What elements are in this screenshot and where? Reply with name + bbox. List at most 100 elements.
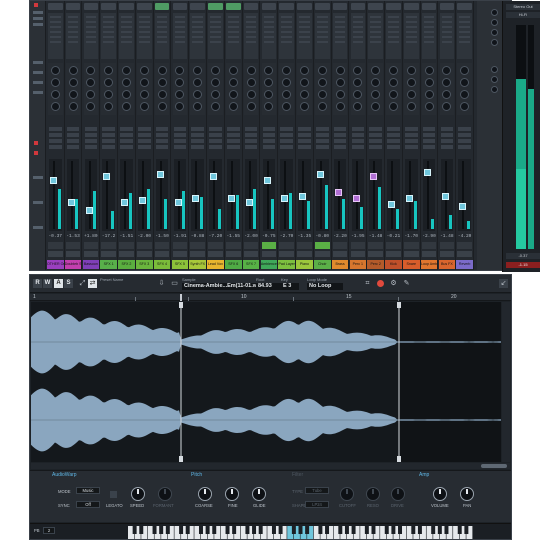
send-knob[interactable]	[175, 102, 185, 111]
channel-rack[interactable]	[65, 13, 81, 59]
channel-fader[interactable]	[227, 159, 240, 231]
toolbar-button[interactable]	[33, 23, 43, 26]
send-knob[interactable]	[86, 90, 96, 99]
channel-fader[interactable]	[316, 159, 329, 231]
channel-rack[interactable]	[243, 13, 259, 59]
knob[interactable]	[491, 29, 498, 36]
read-button[interactable]: R	[33, 279, 42, 288]
pitch-section-title[interactable]: Pitch	[191, 472, 202, 479]
channel-name[interactable]: SFX 2	[118, 260, 135, 269]
channel-name[interactable]: Doubleb Strings	[64, 260, 82, 269]
channel-fader[interactable]	[173, 159, 187, 231]
record-monitor-buttons[interactable]	[297, 251, 312, 257]
send-knob[interactable]	[388, 78, 398, 87]
channel-fader[interactable]	[244, 159, 258, 231]
channel-volume-value[interactable]: -1.70	[403, 234, 420, 241]
toolbar-button[interactable]	[33, 61, 43, 64]
filter-section-title[interactable]: Filter	[292, 472, 303, 479]
fader-cap[interactable]	[299, 193, 307, 200]
send-knob[interactable]	[193, 78, 203, 87]
insert-slots[interactable]	[404, 125, 419, 155]
channel-header[interactable]	[332, 3, 348, 10]
preset-field[interactable]: Preset Name	[100, 277, 150, 291]
channel-fader[interactable]	[66, 159, 80, 231]
record-monitor-buttons[interactable]	[315, 251, 330, 257]
mute-solo-buttons[interactable]	[243, 242, 259, 249]
mute-solo-buttons[interactable]	[154, 242, 170, 249]
send-knob[interactable]	[442, 90, 452, 99]
load-icon[interactable]: ⇩	[157, 279, 166, 288]
knob[interactable]	[491, 76, 498, 83]
volume-knob[interactable]	[433, 487, 447, 501]
insert-slots[interactable]	[368, 125, 383, 155]
fader-cap[interactable]	[388, 201, 396, 208]
send-knob[interactable]	[210, 78, 220, 87]
record-monitor-buttons[interactable]	[279, 251, 294, 257]
fader-cap[interactable]	[192, 195, 200, 202]
insert-slots[interactable]	[226, 125, 241, 155]
toolbar-button[interactable]	[33, 81, 43, 84]
horizontal-scrollbar[interactable]	[31, 463, 510, 469]
fader-cap[interactable]	[370, 173, 378, 180]
channel-header[interactable]	[190, 3, 205, 10]
send-knob[interactable]	[353, 90, 363, 99]
channel-rack[interactable]	[154, 13, 170, 59]
scroll-thumb[interactable]	[481, 464, 507, 468]
fader-cap[interactable]	[334, 189, 342, 196]
waveform-display[interactable]	[31, 302, 501, 462]
channel-fader[interactable]	[333, 159, 347, 231]
channel-volume-value[interactable]: -1.35	[296, 234, 313, 241]
warp-icon[interactable]: ⌗	[363, 279, 372, 288]
channel-fader[interactable]	[422, 159, 436, 231]
channel-name[interactable]: Choir	[314, 260, 331, 269]
channel-header[interactable]	[172, 3, 188, 10]
channel-header[interactable]	[137, 3, 152, 10]
insert-slots[interactable]	[48, 125, 63, 155]
knob[interactable]	[491, 86, 498, 93]
channel-volume-value[interactable]: -2.70	[278, 234, 295, 241]
channel-fader[interactable]	[84, 159, 98, 231]
send-knob[interactable]	[282, 102, 292, 111]
mute-solo-buttons[interactable]	[297, 242, 312, 249]
fader-cap[interactable]	[245, 199, 253, 206]
mute-solo-buttons[interactable]	[350, 242, 366, 249]
send-knob[interactable]	[228, 90, 238, 99]
send-knob[interactable]	[193, 66, 203, 75]
send-knob[interactable]	[121, 90, 131, 99]
mute-solo-buttons[interactable]	[261, 242, 277, 249]
send-knob[interactable]	[175, 90, 185, 99]
send-knob[interactable]	[442, 102, 452, 111]
record-monitor-buttons[interactable]	[48, 251, 63, 257]
record-monitor-buttons[interactable]	[368, 251, 383, 257]
shape-dropdown[interactable]: LP24	[305, 501, 329, 508]
channel-fader[interactable]	[369, 159, 382, 231]
channel-volume-value[interactable]: -2.00	[243, 234, 260, 241]
send-knob[interactable]	[317, 90, 327, 99]
record-monitor-buttons[interactable]	[154, 251, 170, 257]
send-knob[interactable]	[424, 102, 434, 111]
channel-rack[interactable]	[421, 13, 437, 59]
mute-solo-buttons[interactable]	[368, 242, 383, 249]
record-button[interactable]	[377, 280, 384, 287]
send-knob[interactable]	[264, 102, 274, 111]
record-monitor-buttons[interactable]	[83, 251, 99, 257]
channel-name[interactable]: SFX 3	[136, 260, 153, 269]
channel-fader[interactable]	[155, 159, 169, 231]
channel-name[interactable]: SFX 4	[153, 260, 171, 269]
mute-solo-buttons[interactable]	[457, 242, 472, 249]
mute-solo-buttons[interactable]	[421, 242, 437, 249]
channel-volume-value[interactable]: -0.80	[314, 234, 331, 241]
send-knob[interactable]	[353, 66, 363, 75]
send-knob[interactable]	[371, 78, 381, 87]
send-knob[interactable]	[228, 102, 238, 111]
send-knob[interactable]	[228, 66, 238, 75]
fader-cap[interactable]	[352, 195, 360, 202]
send-knob[interactable]	[246, 102, 256, 111]
record-monitor-buttons[interactable]	[65, 251, 81, 257]
fader-cap[interactable]	[50, 177, 57, 184]
channel-fader[interactable]	[440, 159, 454, 231]
fader-cap[interactable]	[423, 169, 431, 176]
channel-name[interactable]: Loop Amb	[420, 260, 438, 269]
send-knob[interactable]	[210, 90, 220, 99]
send-knob[interactable]	[50, 90, 60, 99]
